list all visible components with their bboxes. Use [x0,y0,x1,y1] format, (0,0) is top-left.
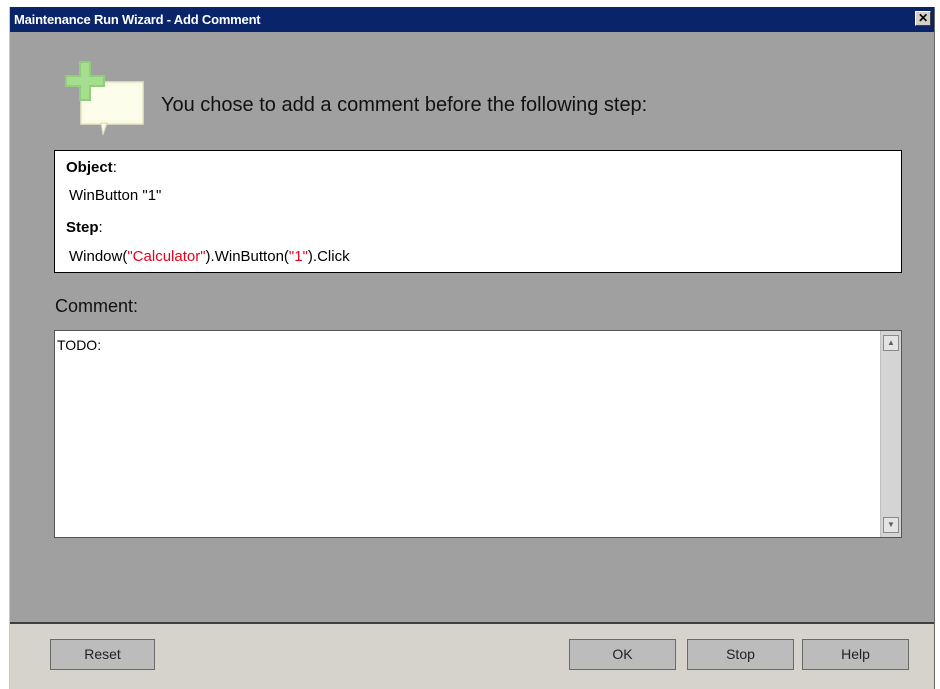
step-details-panel: Object: WinButton "1" Step: Window("Calc… [54,150,902,273]
close-button[interactable]: ✕ [915,11,931,26]
step-label: Step: [66,219,103,236]
comment-field-container: TODO: ▲ ▼ [54,330,902,538]
scroll-up-button[interactable]: ▲ [883,335,899,351]
object-label: Object: [66,159,117,176]
step-value: Window("Calculator").WinButton("1").Clic… [69,248,350,265]
object-value: WinButton "1" [69,187,162,204]
comment-label: Comment: [55,296,139,316]
help-button[interactable]: Help [802,639,909,670]
window-title: Maintenance Run Wizard - Add Comment [14,12,261,27]
reset-button[interactable]: Reset [50,639,155,670]
stop-button[interactable]: Stop [687,639,794,670]
title-bar: Maintenance Run Wizard - Add Comment ✕ [10,7,934,32]
instruction-text: You chose to add a comment before the fo… [161,94,648,116]
ok-button[interactable]: OK [569,639,676,670]
wizard-window: Maintenance Run Wizard - Add Comment ✕ Y… [9,7,935,689]
scroll-down-button[interactable]: ▼ [883,517,899,533]
button-bar: Reset OK Stop Help [10,622,934,689]
comment-scrollbar[interactable]: ▲ ▼ [880,331,901,537]
add-comment-icon [65,61,144,136]
comment-textarea[interactable]: TODO: [57,337,867,532]
